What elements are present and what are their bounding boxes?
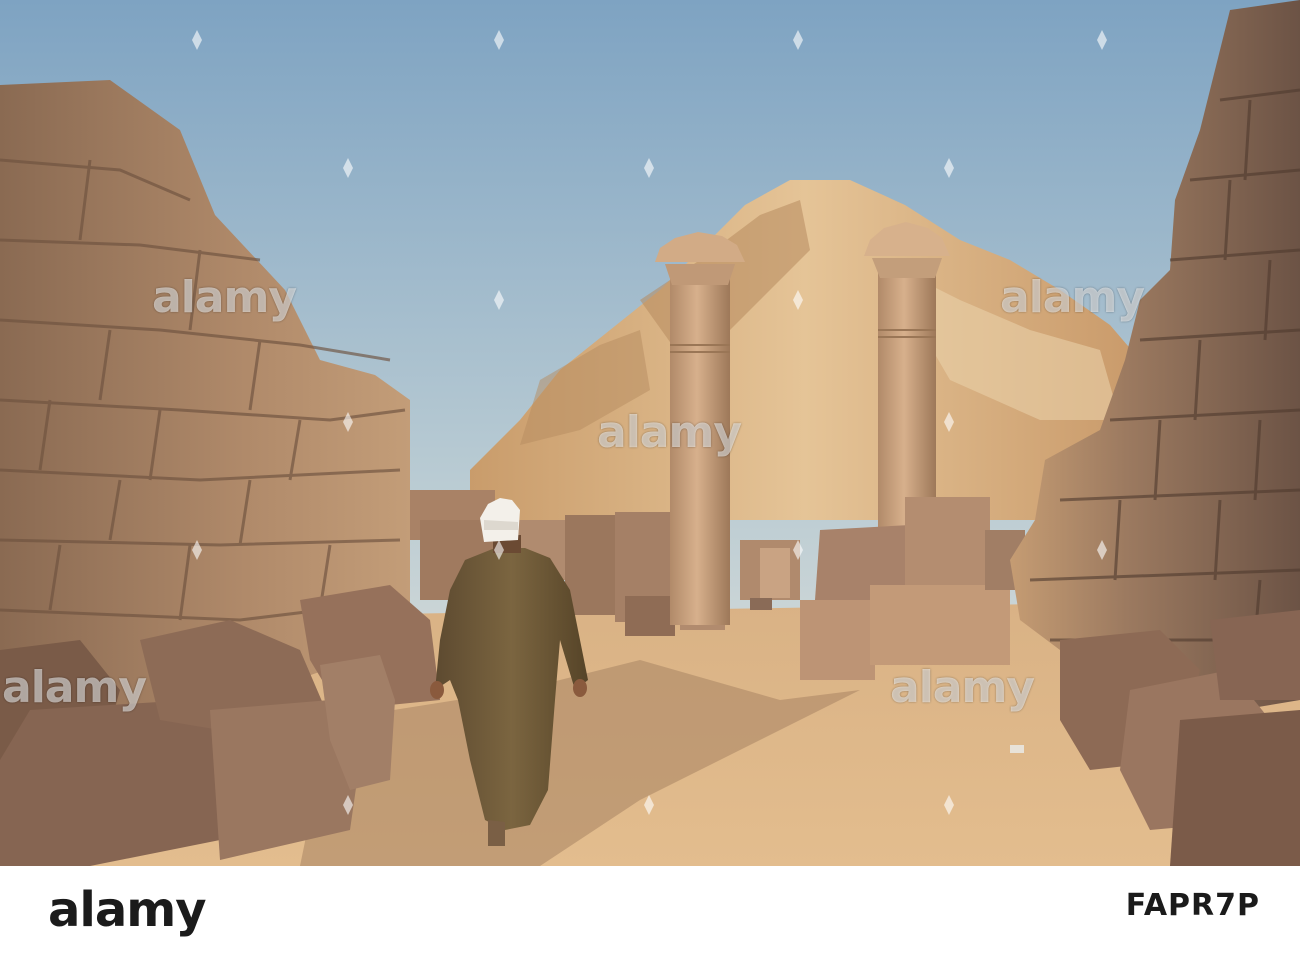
watermark-top-right: alamy xyxy=(1000,272,1145,323)
watermark-top-left: alamy xyxy=(152,272,297,323)
watermark-bottom-right: alamy xyxy=(890,662,1035,713)
image-id: FAPR7P xyxy=(1125,888,1260,923)
watermark-center: alamy xyxy=(597,407,742,458)
photo: alamy alamy alamy alamy alamy xyxy=(0,0,1300,866)
footer-bar: alamy FAPR7P xyxy=(0,866,1300,956)
image-id-block: FAPR7P xyxy=(1126,888,1260,923)
alamy-logo: alamy xyxy=(48,882,207,938)
watermark-bottom-left: alamy xyxy=(2,662,147,713)
